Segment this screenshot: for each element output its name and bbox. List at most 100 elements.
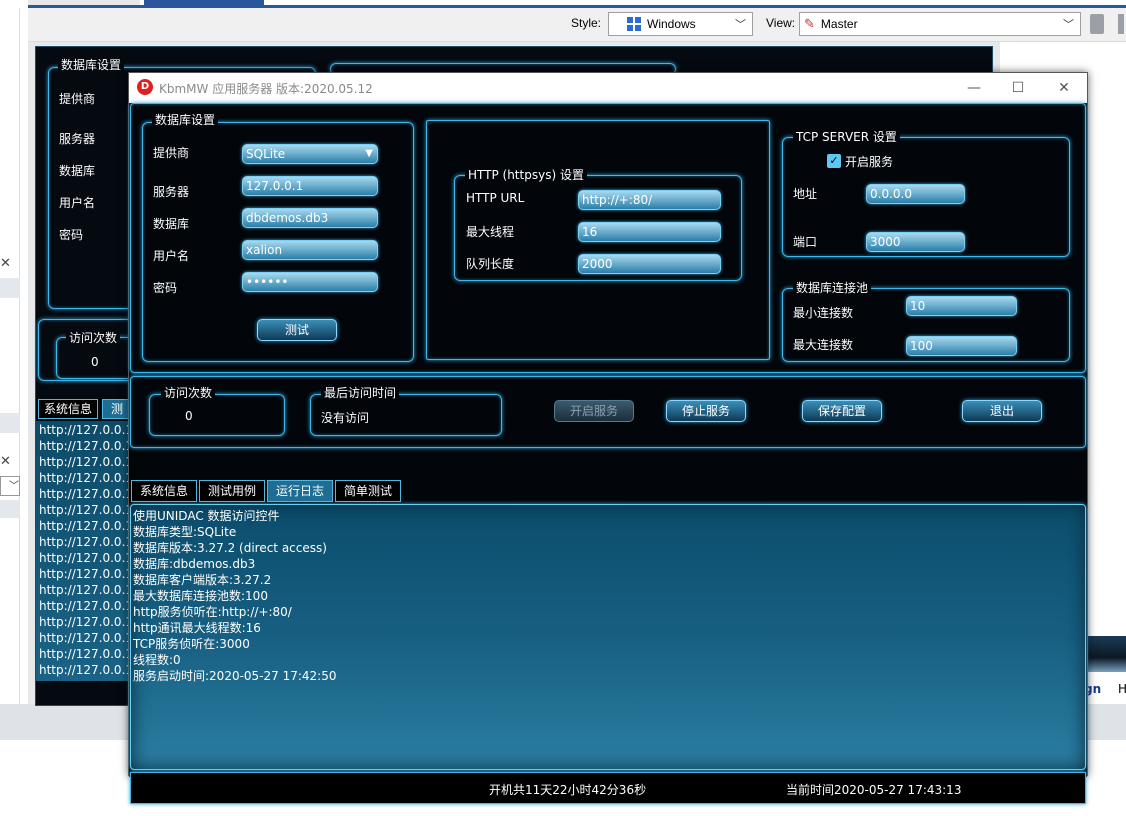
title-bar[interactable]: D KbmMW 应用服务器 版本:2020.05.12 — ☐ ✕ — [129, 73, 1087, 103]
password-input[interactable]: •••••• — [242, 272, 378, 292]
password-label: 密码 — [153, 281, 178, 295]
bg-db-group-title: 数据库设置 — [58, 56, 125, 73]
min-connections-label: 最小连接数 — [793, 306, 854, 320]
chevron-down-icon: ﹀ — [1063, 19, 1074, 31]
http-url-label: HTTP URL — [466, 191, 525, 205]
tcp-address-label: 地址 — [793, 187, 818, 201]
last-visit-value: 没有访问 — [321, 411, 370, 425]
bg-label-password: 密码 — [59, 228, 84, 242]
view-combo-value: Master — [820, 17, 858, 31]
username-label: 用户名 — [153, 249, 190, 263]
start-service-button[interactable]: 开启服务 — [554, 400, 634, 422]
log-line: 数据库类型:SQLite — [133, 525, 237, 539]
username-input[interactable]: xalion — [242, 240, 378, 260]
left-panel-row — [0, 278, 20, 298]
ide-toolbar: Style: Windows ﹀ View: ✎ Master ﹀ — [28, 8, 1126, 42]
tcp-port-label: 端口 — [793, 235, 818, 249]
visits-title: 访问次数 — [161, 384, 216, 401]
close-button[interactable]: ✕ — [1041, 73, 1087, 103]
app-logo-icon: D — [137, 79, 153, 95]
log-line: 服务启动时间:2020-05-27 17:42:50 — [133, 669, 337, 683]
bg-tab-sysinfo[interactable]: 系统信息 — [38, 399, 98, 419]
max-threads-label: 最大线程 — [466, 225, 515, 239]
bg-log-panel: http://127.0.0.1/x http://127.0.0.1/x http… — [36, 421, 144, 681]
lock-icon[interactable] — [1090, 14, 1104, 34]
bg-label-user: 用户名 — [59, 196, 96, 210]
window-title: KbmMW 应用服务器 版本:2020.05.12 — [159, 82, 373, 96]
log-line: http服务侦听在:http://+:80/ — [133, 605, 292, 619]
http-settings-title: HTTP (httpsys) 设置 — [465, 166, 587, 183]
style-label: Style: — [571, 16, 602, 30]
status-bar: 开机共11天22小时42分36秒 当前时间2020-05-27 17:43:13 — [130, 772, 1086, 804]
left-panel-row — [0, 413, 20, 433]
log-line: 线程数:0 — [133, 653, 181, 667]
stop-service-button[interactable]: 停止服务 — [666, 400, 746, 422]
ide-left-panel: ✕ ✕ ﹀ — [0, 8, 20, 704]
left-panel-combo[interactable]: ﹀ — [0, 476, 20, 496]
save-config-button[interactable]: 保存配置 — [802, 400, 882, 422]
dropdown-arrow-icon: ▼ — [365, 148, 373, 159]
queue-length-label: 队列长度 — [466, 257, 515, 271]
pencil-icon: ✎ — [804, 16, 815, 31]
view-combo[interactable]: ✎ Master ﹀ — [799, 12, 1081, 36]
windows-logo-icon — [627, 17, 641, 31]
thumbnail-preview — [1086, 636, 1126, 672]
close-icon[interactable]: ✕ — [0, 256, 11, 271]
queue-length-input[interactable]: 2000 — [578, 254, 721, 274]
uptime-text: 开机共11天22小时42分36秒 — [489, 783, 647, 797]
tcp-port-input[interactable]: 3000 — [866, 232, 965, 252]
database-label: 数据库 — [153, 217, 190, 231]
tab-1[interactable]: 测试用例 — [199, 480, 265, 502]
min-connections-input[interactable]: 10 — [906, 296, 1017, 316]
db-settings-title: 数据库设置 — [152, 111, 219, 128]
http-url-input[interactable]: http://+:80/ — [578, 190, 721, 210]
bg-label-database: 数据库 — [59, 164, 96, 178]
max-threads-input[interactable]: 16 — [578, 222, 721, 242]
enable-service-label: 开启服务 — [845, 155, 894, 169]
log-line: 数据库:dbdemos.db3 — [133, 557, 256, 571]
tcp-address-input[interactable]: 0.0.0.0 — [866, 184, 965, 204]
last-visit-title: 最后访问时间 — [321, 384, 400, 401]
minimize-button[interactable]: — — [951, 73, 997, 103]
tab-0[interactable]: 系统信息 — [131, 480, 197, 502]
toolbar-overflow-icon[interactable] — [1118, 14, 1124, 34]
right-text-b: H — [1118, 682, 1126, 696]
exit-button[interactable]: 退出 — [962, 400, 1042, 422]
bg-label-server: 服务器 — [59, 132, 96, 146]
style-combo-value: Windows — [647, 17, 696, 31]
tcp-settings-title: TCP SERVER 设置 — [793, 128, 900, 145]
chevron-down-icon: ﹀ — [735, 19, 746, 31]
server-label: 服务器 — [153, 185, 190, 199]
view-label: View: — [766, 16, 796, 30]
run-log-panel[interactable]: 使用UNIDAC 数据访问控件 数据库类型:SQLite 数据库版本:3.27.2 … — [130, 504, 1086, 770]
server-input[interactable]: 127.0.0.1 — [242, 176, 378, 196]
provider-label: 提供商 — [153, 146, 190, 160]
tab-3[interactable]: 简单测试 — [335, 480, 401, 502]
log-line: http通讯最大线程数:16 — [133, 621, 261, 635]
window-client: 数据库设置 提供商 SQLite ▼ 服务器 127.0.0.1 数据库 dbd… — [129, 103, 1087, 804]
bg-label-provider: 提供商 — [59, 92, 96, 106]
style-combo[interactable]: Windows ﹀ — [608, 12, 753, 36]
log-line: 数据库版本:3.27.2 (direct access) — [133, 541, 327, 555]
max-connections-label: 最大连接数 — [793, 338, 854, 352]
maximize-button[interactable]: ☐ — [995, 73, 1041, 103]
provider-select[interactable]: SQLite ▼ — [242, 144, 378, 164]
log-line: 最大数据库连接池数:100 — [133, 589, 268, 603]
visits-value: 0 — [185, 409, 193, 423]
log-line: 数据库客户端版本:3.27.2 — [133, 573, 272, 587]
close-icon[interactable]: ✕ — [0, 454, 11, 469]
current-time-text: 当前时间2020-05-27 17:43:13 — [786, 783, 962, 797]
log-line: 使用UNIDAC 数据访问控件 — [133, 509, 280, 523]
provider-value: SQLite — [246, 147, 286, 161]
bg-visits-title: 访问次数 — [66, 329, 121, 346]
test-button[interactable]: 测试 — [257, 319, 337, 341]
pool-settings-title: 数据库连接池 — [793, 279, 872, 296]
app-window: D KbmMW 应用服务器 版本:2020.05.12 — ☐ ✕ 数据库设置 … — [128, 72, 1088, 804]
bg-visits-value: 0 — [91, 355, 99, 369]
max-connections-input[interactable]: 100 — [906, 336, 1017, 356]
database-input[interactable]: dbdemos.db3 — [242, 208, 378, 228]
left-panel-row — [0, 500, 20, 518]
tab-2[interactable]: 运行日志 — [267, 480, 333, 502]
enable-service-checkbox[interactable]: ✓ — [827, 154, 841, 168]
log-line: TCP服务侦听在:3000 — [133, 637, 250, 651]
